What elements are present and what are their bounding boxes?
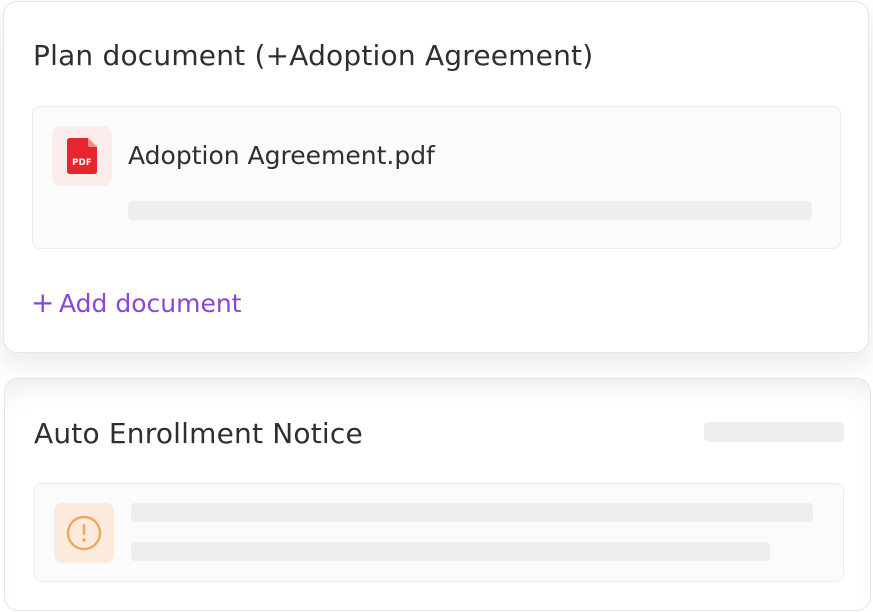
status-skeleton (704, 422, 844, 442)
file-row-adoption-agreement[interactable]: PDF Adoption Agreement.pdf (32, 106, 841, 249)
notice-line-skeleton-2 (131, 542, 770, 561)
warning-circle-shape (66, 515, 102, 551)
file-meta-skeleton (128, 201, 812, 220)
pdf-icon-label: PDF (72, 158, 92, 168)
add-document-button[interactable]: + Add document (31, 287, 241, 320)
document-panel: Plan document (+Adoption Agreement) PDF … (0, 0, 873, 612)
auto-enrollment-card: Auto Enrollment Notice (4, 378, 871, 611)
file-name[interactable]: Adoption Agreement.pdf (128, 140, 435, 172)
notice-line-skeleton-1 (131, 503, 813, 522)
auto-enrollment-title: Auto Enrollment Notice (34, 417, 363, 450)
warning-circle-icon (54, 503, 114, 563)
pdf-file-icon: PDF (52, 126, 112, 186)
pdf-file-shape (67, 138, 97, 174)
plan-document-title: Plan document (+Adoption Agreement) (33, 39, 594, 72)
plus-icon: + (31, 286, 55, 319)
plan-document-card: Plan document (+Adoption Agreement) PDF … (3, 1, 869, 353)
notice-row (34, 483, 844, 582)
add-document-label: Add document (59, 289, 242, 318)
